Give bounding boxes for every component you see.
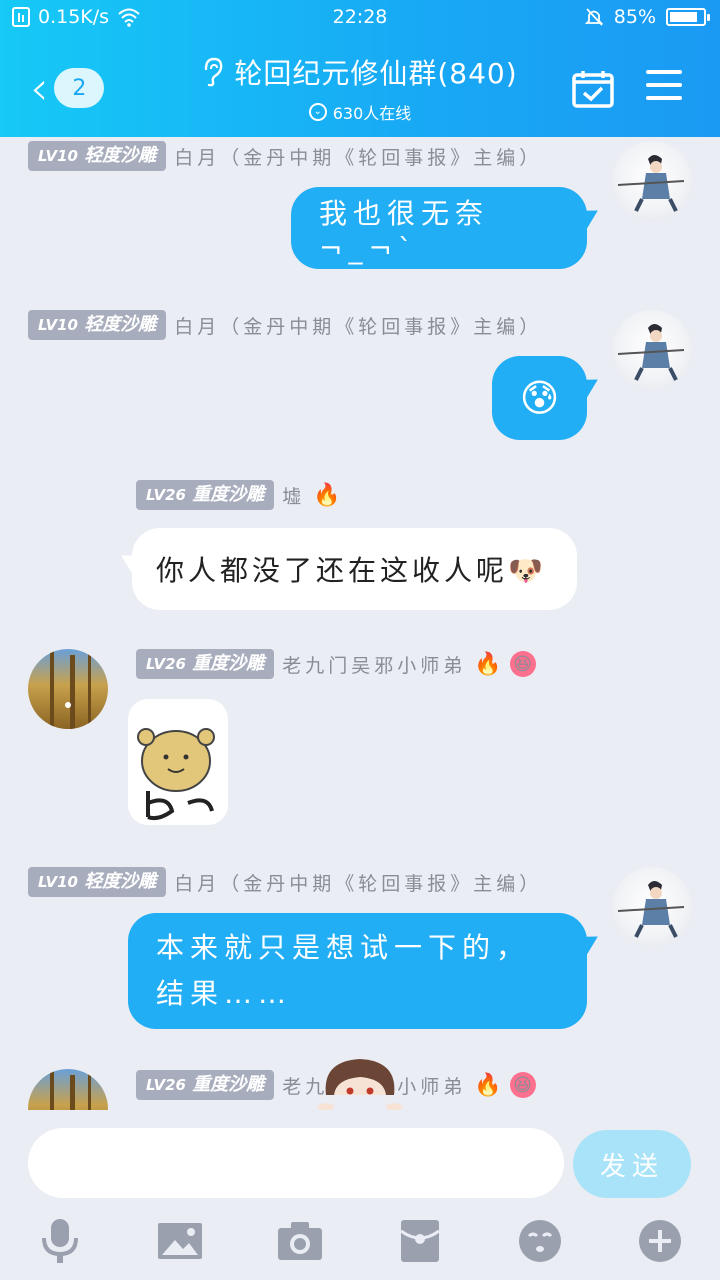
message-text: 你人都没了还在这收人呢🐶 (156, 554, 547, 587)
chevron-left-icon: ‹ (30, 61, 49, 115)
message-input[interactable] (28, 1128, 564, 1198)
mute-bell-icon (584, 8, 603, 26)
level-badge: LV10 轻度沙雕 (28, 141, 167, 171)
crying-emoji-icon: 😰 (519, 376, 560, 420)
level-badge: LV26 重度沙雕 (136, 649, 275, 679)
tree-avatar-icon (50, 649, 91, 729)
online-count: 630人在线 (332, 104, 412, 123)
fire-icon: 🔥 (474, 1072, 502, 1098)
sender-name: 白月（金丹中期《轮回事报》主编） (174, 146, 543, 169)
page-title: 轮回纪元修仙群(840) (234, 57, 518, 90)
message-bubble[interactable]: 😰 (492, 356, 587, 440)
level-badge: LV10 轻度沙雕 (28, 310, 167, 340)
avatar[interactable] (28, 649, 108, 729)
plus-icon[interactable] (635, 1216, 685, 1266)
composer-toolbar (0, 1216, 720, 1266)
image-icon[interactable] (155, 1216, 205, 1266)
send-button[interactable]: 发送 (573, 1130, 691, 1198)
status-bar: 0.15K/s 22:28 85% (0, 0, 720, 34)
sender-name: 老九门吴邪小师弟 (282, 654, 467, 677)
composer: 发送 (0, 1110, 720, 1280)
battery-icon (666, 8, 710, 26)
message-text: 本来就只是想试一下的，结果…… (156, 931, 531, 1010)
message-meta: LV26 重度沙雕 墟 🔥 (136, 480, 341, 510)
unread-count-badge: 2 (54, 68, 105, 108)
message-meta: LV10 轻度沙雕 白月（金丹中期《轮回事报》主编） (28, 867, 542, 897)
level-badge: LV26 重度沙雕 (136, 1070, 275, 1100)
message-text: 我也很无奈¬_¬` (319, 196, 490, 265)
message-meta: LV10 轻度沙雕 白月（金丹中期《轮回事报》主编） (28, 310, 542, 340)
back-button[interactable]: ‹ 2 (30, 61, 114, 115)
sender-name: 白月（金丹中期《轮回事报》主编） (174, 315, 543, 338)
ear-icon (205, 57, 223, 87)
online-status-icon: ⌄ (308, 103, 327, 121)
message-meta: LV10 轻度沙雕 白月（金丹中期《轮回事报》主编） (28, 141, 542, 171)
red-packet-icon[interactable] (395, 1216, 445, 1266)
tree-avatar-icon (50, 1069, 91, 1110)
battery-percent: 85% (613, 6, 656, 28)
chat-list[interactable]: LV10 轻度沙雕 白月（金丹中期《轮回事报》主编） 我也很无奈¬_¬` LV1… (0, 137, 720, 1110)
smile-flower-icon: 😆 (509, 1072, 536, 1098)
sender-name: 白月（金丹中期《轮回事报》主编） (174, 872, 543, 895)
bear-sticker-icon (137, 728, 215, 821)
avatar[interactable] (28, 1069, 108, 1110)
swordsman-avatar-icon (617, 155, 685, 212)
camera-icon[interactable] (275, 1216, 325, 1266)
smile-flower-icon: 😆 (509, 651, 536, 677)
header-bar: 0.15K/s 22:28 85% ‹ 2 轮回纪元修仙群(840) ⌄ 630… (0, 0, 720, 137)
peeking-character-icon (318, 1059, 402, 1110)
menu-icon[interactable] (646, 70, 682, 109)
avatar[interactable] (612, 141, 692, 221)
level-badge: LV26 重度沙雕 (136, 480, 275, 510)
swordsman-avatar-icon (617, 881, 685, 938)
group-title-area[interactable]: 轮回纪元修仙群(840) ⌄ 630人在线 (140, 52, 580, 124)
fire-icon: 🔥 (313, 482, 341, 508)
emoji-icon[interactable] (515, 1216, 565, 1266)
swordsman-avatar-icon (617, 324, 685, 381)
message-meta: LV26 重度沙雕 老九门吴邪小师弟 🔥 😆 (136, 649, 536, 679)
message-bubble[interactable]: 我也很无奈¬_¬` (291, 187, 587, 269)
message-bubble[interactable]: 本来就只是想试一下的，结果…… (128, 913, 587, 1029)
level-badge: LV10 轻度沙雕 (28, 867, 167, 897)
sender-name: 墟 (282, 485, 306, 508)
avatar[interactable] (612, 867, 692, 947)
sticker-message[interactable] (128, 699, 228, 825)
fire-icon: 🔥 (474, 651, 502, 677)
calendar-check-icon[interactable] (572, 70, 614, 108)
message-bubble[interactable]: 你人都没了还在这收人呢🐶 (132, 528, 577, 610)
avatar[interactable] (612, 310, 692, 390)
microphone-icon[interactable] (35, 1216, 85, 1266)
